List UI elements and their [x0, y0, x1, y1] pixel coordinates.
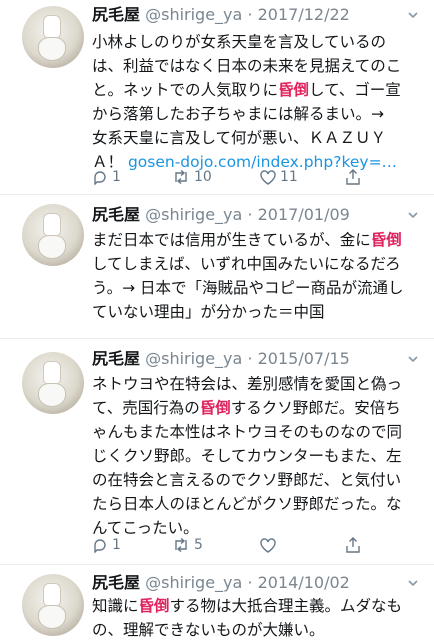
- heart-icon: [260, 169, 276, 185]
- text-segment: 小林よしのりが女系天皇を言及しているの: [92, 33, 387, 51]
- text-segment: じくクソ野郎。そしてカウンターもまた、左: [92, 447, 402, 465]
- reply-count: 1: [112, 169, 121, 185]
- text-segment: う。→ 日本で「海賊品やコピー商品が流通し: [92, 279, 404, 297]
- heart-icon: [260, 537, 276, 553]
- divider: [0, 338, 434, 339]
- author-name[interactable]: 尻毛屋: [92, 5, 140, 24]
- highlighted-keyword: 昏倒: [199, 399, 231, 417]
- separator: ·: [247, 205, 253, 224]
- text-segment: は、利益ではなく日本の未来を見据えてのこ: [92, 57, 402, 75]
- text-line: 知識に昏倒する物は大抵合理主義。ムダなも: [92, 594, 422, 618]
- text-segment: の在特会と言えるのでクソ野郎だ、と気付い: [92, 471, 402, 489]
- text-line: と。ネットでの人気取りに昏倒して、ゴー宣: [92, 78, 422, 102]
- highlighted-keyword: 昏倒: [278, 81, 310, 99]
- text-line: の在特会と言えるのでクソ野郎だ、と気付い: [92, 468, 422, 492]
- tweet-text: 小林よしのりが女系天皇を言及しているの は、利益ではなく日本の未来を見据えてのこと…: [92, 30, 422, 174]
- chevron-down-icon[interactable]: [408, 10, 418, 20]
- reply-icon: [92, 537, 108, 553]
- chevron-down-icon[interactable]: [408, 354, 418, 364]
- text-line: て、売国行為の昏倒するクソ野郎だ。安倍ち: [92, 396, 422, 420]
- text-segment: するクソ野郎だ。安倍ち: [230, 399, 401, 417]
- tweet-date[interactable]: 2015/07/15: [258, 349, 350, 368]
- retweet-button[interactable]: 5: [172, 534, 203, 556]
- text-line: 女系天皇に言及して何が悪い、ＫＡＺＵＹ: [92, 126, 422, 150]
- tweet-date[interactable]: 2014/10/02: [258, 573, 350, 592]
- share-icon: [345, 537, 361, 553]
- tweet-header: 尻毛屋 @shirige_ya · 2015/07/15: [92, 348, 350, 370]
- text-segment: て、売国行為の: [92, 399, 200, 417]
- retweet-icon: [172, 538, 190, 552]
- text-segment: ていない理由」が分かった＝中国: [92, 303, 325, 321]
- text-segment: から落第したお子ちゃまには解るまい。→: [92, 105, 384, 123]
- retweet-count: 10: [194, 169, 212, 185]
- reply-button[interactable]: 1: [92, 166, 121, 188]
- author-name[interactable]: 尻毛屋: [92, 349, 140, 368]
- text-segment: 女系天皇に言及して何が悪い、ＫＡＺＵＹ: [92, 129, 387, 147]
- tweet-header: 尻毛屋 @shirige_ya · 2017/01/09: [92, 204, 350, 226]
- tweet-text: 知識に昏倒する物は大抵合理主義。ムダなもの、理解できないものが大嫌い。: [92, 594, 422, 642]
- retweet-count: 5: [194, 537, 203, 553]
- text-line: ネトウヨや在特会は、差別感情を愛国と偽っ: [92, 372, 422, 396]
- tweet-date[interactable]: 2017/01/09: [258, 205, 350, 224]
- author-handle[interactable]: @shirige_ya: [145, 349, 242, 368]
- avatar[interactable]: [22, 6, 84, 68]
- text-segment: ゃんもまた本性はネトウヨそのものなので同: [92, 423, 403, 441]
- reply-icon: [92, 169, 108, 185]
- tweet-actions: 1 10 11: [92, 166, 392, 188]
- text-segment: して、ゴー宣: [309, 81, 401, 99]
- divider: [0, 194, 434, 195]
- separator: ·: [247, 573, 253, 592]
- tweet-header: 尻毛屋 @shirige_ya · 2017/12/22: [92, 4, 350, 26]
- share-button[interactable]: [345, 166, 361, 188]
- text-line: の、理解できないものが大嫌い。: [92, 618, 422, 642]
- text-line: まだ日本では信用が生きているが、金に昏倒: [92, 228, 422, 252]
- tweet-header: 尻毛屋 @shirige_ya · 2014/10/02: [92, 572, 350, 594]
- text-line: ていない理由」が分かった＝中国: [92, 300, 422, 324]
- chevron-down-icon[interactable]: [408, 210, 418, 220]
- divider: [0, 564, 434, 565]
- reply-count: 1: [112, 537, 121, 553]
- text-segment: たら日本人のほとんどがクソ野郎だった。な: [92, 495, 402, 513]
- chevron-down-icon[interactable]: [408, 578, 418, 588]
- text-segment: と。ネットでの人気取りに: [92, 81, 279, 99]
- avatar[interactable]: [22, 352, 84, 414]
- tweet-text: ネトウヨや在特会は、差別感情を愛国と偽っ て、売国行為の昏倒するクソ野郎だ。安倍ち…: [92, 372, 422, 540]
- tweet-actions: 1 5: [92, 534, 392, 556]
- author-handle[interactable]: @shirige_ya: [145, 205, 242, 224]
- text-line: から落第したお子ちゃまには解るまい。→: [92, 102, 422, 126]
- retweet-icon: [172, 170, 190, 184]
- share-icon: [345, 169, 361, 185]
- avatar[interactable]: [22, 574, 84, 636]
- text-line: じくクソ野郎。そしてカウンターもまた、左: [92, 444, 422, 468]
- text-line: してしまえば、いずれ中国みたいになるだろ: [92, 252, 422, 276]
- text-segment: の、理解できないものが大嫌い。: [92, 621, 325, 639]
- author-name[interactable]: 尻毛屋: [92, 205, 140, 224]
- reply-button[interactable]: 1: [92, 534, 121, 556]
- like-count: 11: [280, 169, 298, 185]
- text-segment: 知識に: [92, 597, 139, 615]
- text-line: 小林よしのりが女系天皇を言及しているの: [92, 30, 422, 54]
- author-handle[interactable]: @shirige_ya: [145, 5, 242, 24]
- author-name[interactable]: 尻毛屋: [92, 573, 140, 592]
- tweet-text: まだ日本では信用が生きているが、金に昏倒してしまえば、いずれ中国みたいになるだろ…: [92, 228, 422, 324]
- text-line: は、利益ではなく日本の未来を見据えてのこ: [92, 54, 422, 78]
- text-segment: まだ日本では信用が生きているが、金に: [92, 231, 371, 249]
- separator: ·: [247, 5, 253, 24]
- highlighted-keyword: 昏倒: [370, 231, 402, 249]
- text-segment: ネトウヨや在特会は、差別感情を愛国と偽っ: [92, 375, 403, 393]
- share-button[interactable]: [345, 534, 361, 556]
- like-button[interactable]: 11: [260, 166, 298, 188]
- text-line: う。→ 日本で「海賊品やコピー商品が流通し: [92, 276, 422, 300]
- text-segment: する物は大抵合理主義。ムダなも: [169, 597, 403, 615]
- author-handle[interactable]: @shirige_ya: [145, 573, 242, 592]
- retweet-button[interactable]: 10: [172, 166, 212, 188]
- tweet-date[interactable]: 2017/12/22: [258, 5, 350, 24]
- text-line: たら日本人のほとんどがクソ野郎だった。な: [92, 492, 422, 516]
- highlighted-keyword: 昏倒: [138, 597, 170, 615]
- separator: ·: [247, 349, 253, 368]
- text-line: ゃんもまた本性はネトウヨそのものなので同: [92, 420, 422, 444]
- text-segment: してしまえば、いずれ中国みたいになるだろ: [92, 255, 401, 273]
- avatar[interactable]: [22, 204, 84, 266]
- like-button[interactable]: [260, 534, 280, 556]
